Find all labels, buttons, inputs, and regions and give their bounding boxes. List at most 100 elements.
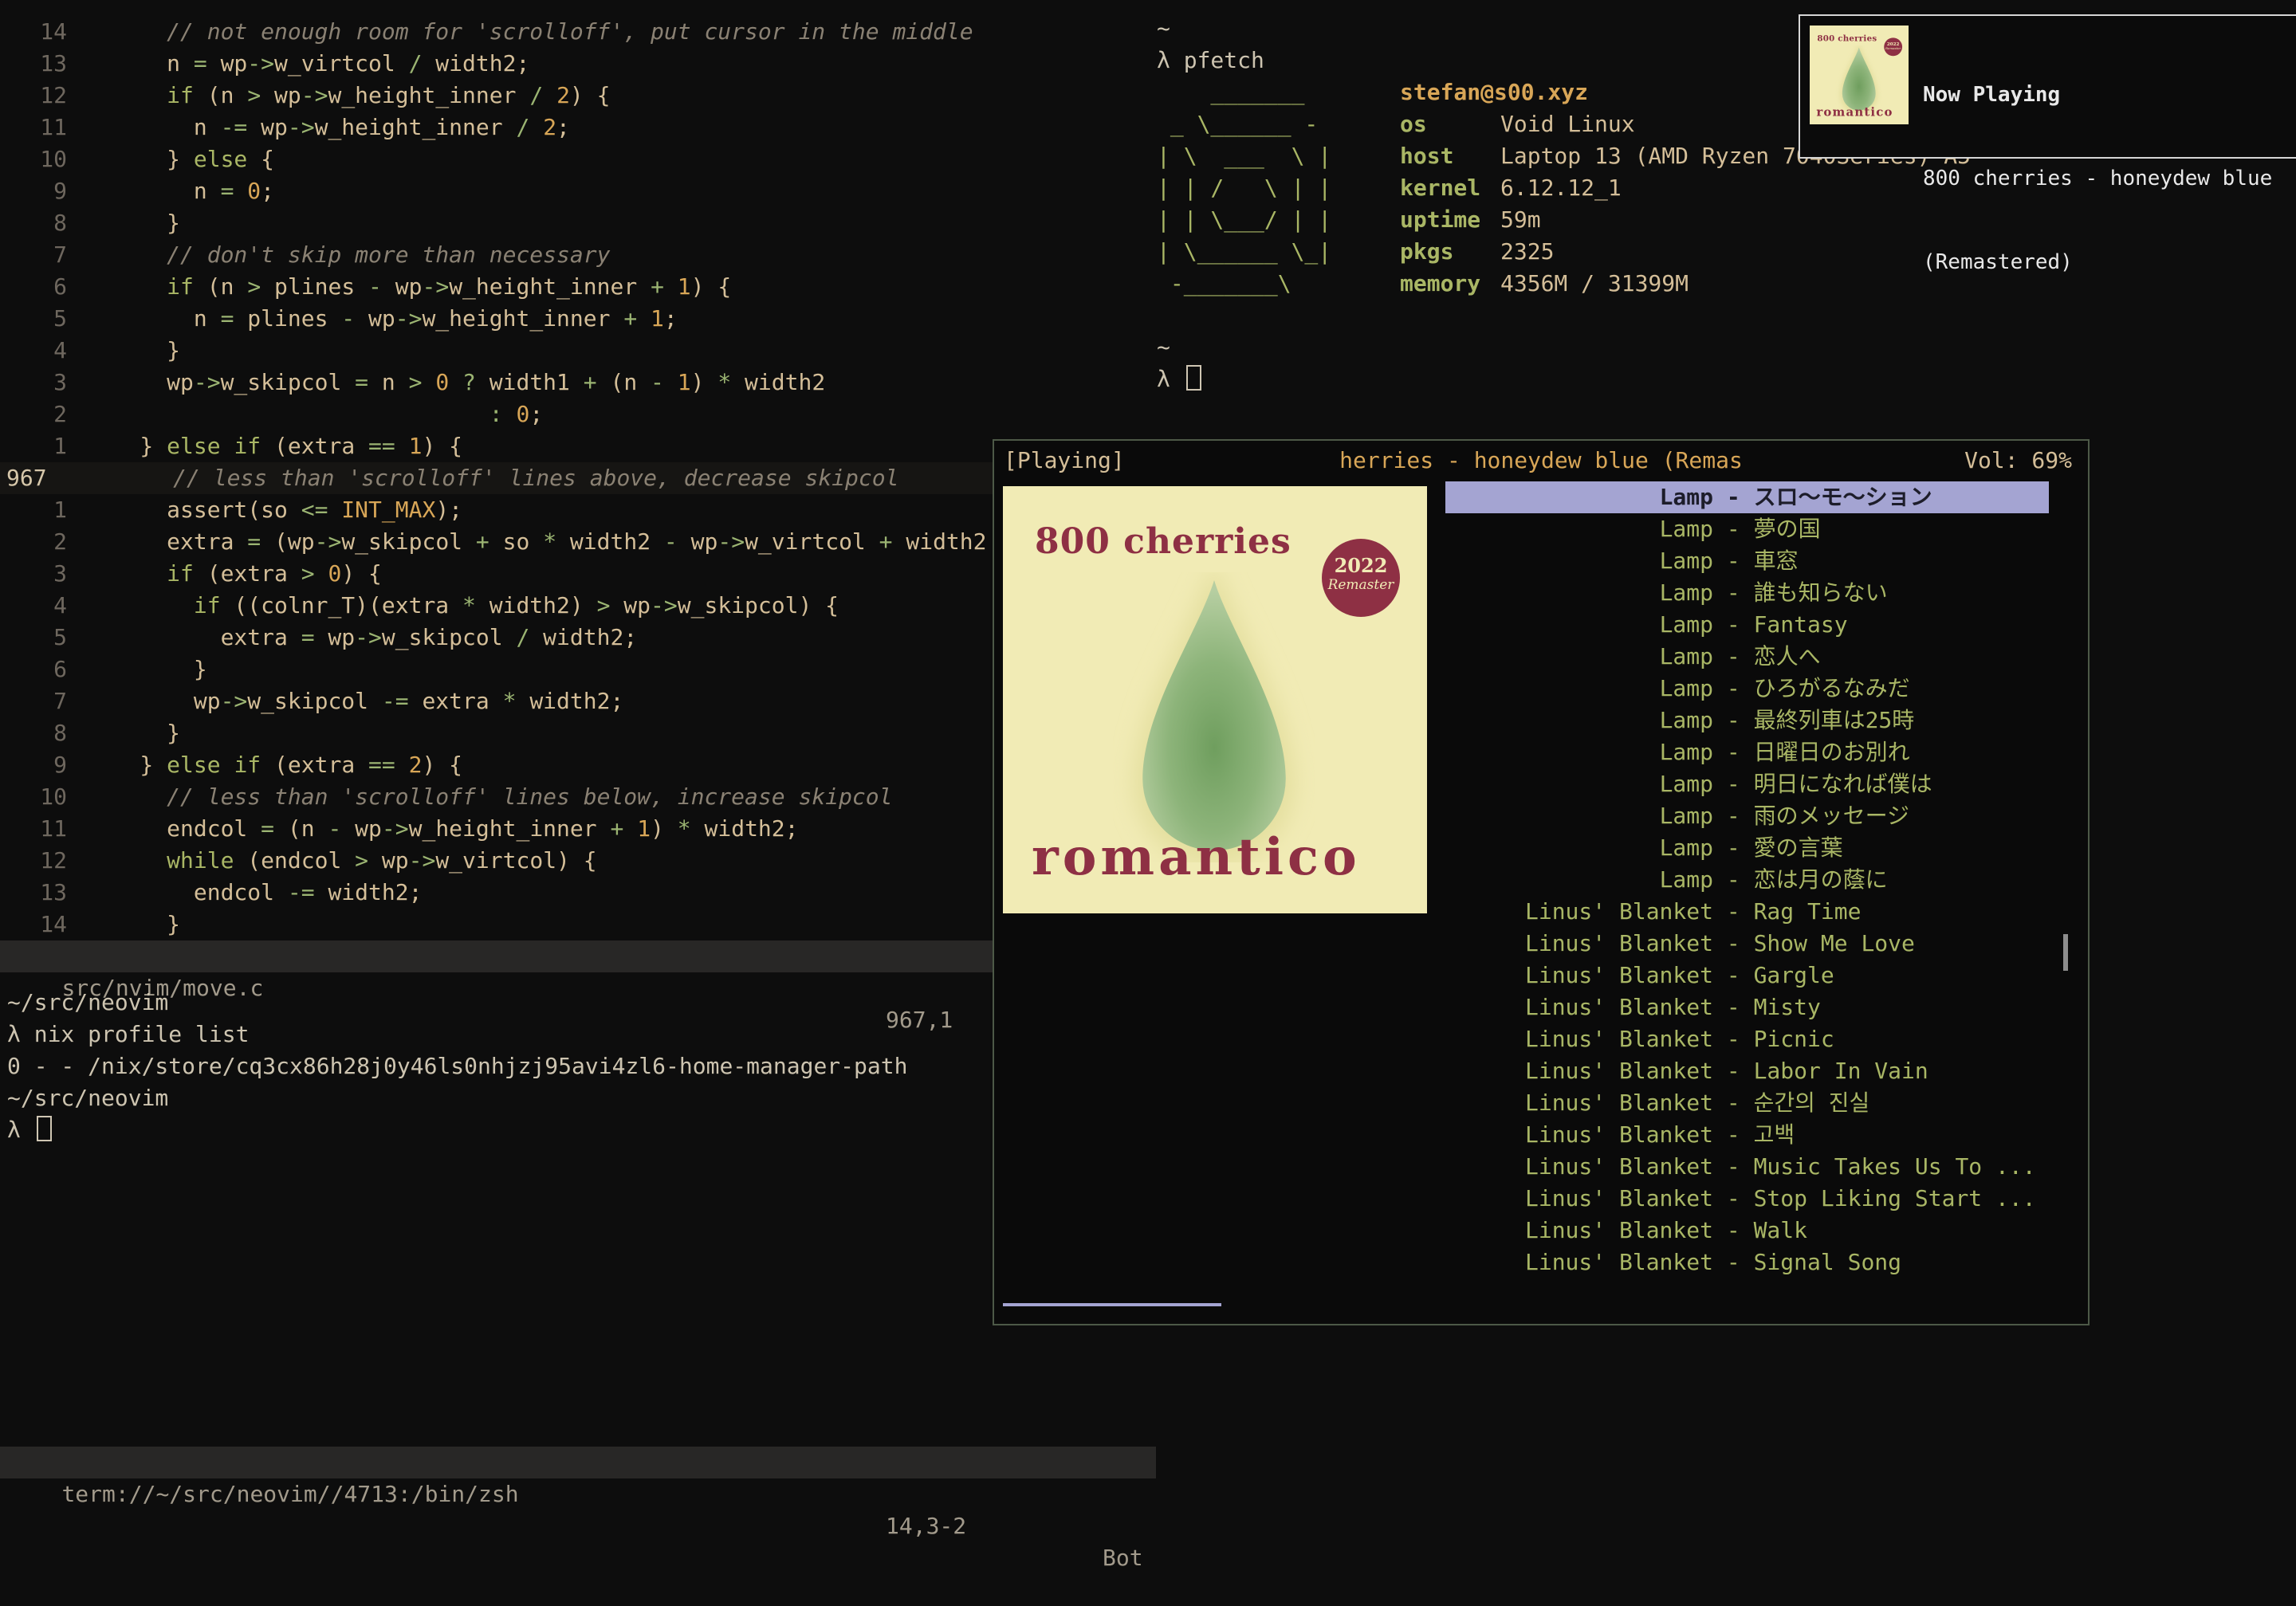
code-text: }: [86, 909, 180, 940]
terminal-line: ~/src/neovim: [7, 987, 1155, 1019]
line-number: 1: [0, 494, 67, 526]
track-row[interactable]: Linus' Blanket - Rag Time: [1445, 896, 2049, 928]
track-row[interactable]: Linus' Blanket - Music Takes Us To ...: [1445, 1151, 2049, 1183]
track-row[interactable]: Lamp - 車窓: [1445, 545, 2049, 577]
track-row[interactable]: Lamp - 最終列車は25時: [1445, 705, 2049, 736]
code-line: 4 }: [0, 335, 1148, 367]
player-volume[interactable]: Vol: 69%: [1964, 441, 2072, 481]
code-text: }: [86, 335, 180, 367]
neovim-window: 14 // not enough room for 'scrolloff', p…: [0, 0, 1148, 1530]
code-line: 7 wp->w_skipcol -= extra * width2;: [0, 685, 1148, 717]
notification-line2: (Remastered): [1923, 249, 2272, 277]
progress-bar[interactable]: [1003, 1303, 1221, 1306]
code-line: 9 } else if (extra == 2) {: [0, 749, 1148, 781]
statusline-file: src/nvim/move.c 967,1: [0, 940, 1156, 972]
playlist-scrollbar[interactable]: [2063, 934, 2068, 971]
track-row[interactable]: Linus' Blanket - Show Me Love: [1445, 928, 2049, 960]
code-text: endcol = (n - wp->w_height_inner + 1) * …: [86, 813, 799, 845]
code-line: 9 n = 0;: [0, 175, 1148, 207]
track-row[interactable]: Lamp - 恋は月の蔭に: [1445, 864, 2049, 896]
notification-text: Now Playing 800 cherries - honeydew blue…: [1923, 26, 2272, 147]
track-row[interactable]: Lamp - 日曜日のお別れ: [1445, 736, 2049, 768]
notification-line1: 800 cherries - honeydew blue: [1923, 165, 2272, 193]
track-row[interactable]: Linus' Blanket - Labor In Vain: [1445, 1055, 2049, 1087]
remaster-badge: 2022 Remaster: [1322, 539, 1400, 617]
code-line: 6 if (n > plines - wp->w_height_inner + …: [0, 271, 1148, 303]
line-number: 3: [0, 367, 67, 399]
code-line: 6 }: [0, 654, 1148, 685]
code-text: // less than 'scrolloff' lines above, de…: [92, 462, 898, 494]
track-row[interactable]: Linus' Blanket - Misty: [1445, 991, 2049, 1023]
code-text: wp->w_skipcol -= extra * width2;: [86, 685, 623, 717]
prompt-directory: ~: [1157, 332, 2296, 363]
line-number: 13: [0, 48, 67, 80]
code-lines[interactable]: 14 // not enough room for 'scrolloff', p…: [0, 0, 1148, 956]
now-playing-notification[interactable]: 800 cherries 2022 Remaster romantico Now…: [1799, 14, 2296, 159]
code-text: extra = (wp->w_skipcol + so * width2 - w…: [86, 526, 1148, 558]
line-number: 10: [0, 143, 67, 175]
track-row[interactable]: Linus' Blanket - Signal Song: [1445, 1247, 2049, 1278]
line-number: 13: [0, 877, 67, 909]
code-text: } else if (extra == 2) {: [86, 749, 462, 781]
prompt-line[interactable]: λ: [1157, 363, 2296, 395]
terminal-lines[interactable]: ~/src/neovimλ nix profile list0 - - /nix…: [0, 971, 1155, 1146]
track-row[interactable]: Linus' Blanket - Walk: [1445, 1215, 2049, 1247]
line-number: 5: [0, 303, 67, 335]
line-number: 10: [0, 781, 67, 813]
code-text: if (n > plines - wp->w_height_inner + 1)…: [86, 271, 731, 303]
code-line: 967 // less than 'scrolloff' lines above…: [0, 462, 1148, 494]
code-text: wp->w_skipcol = n > 0 ? width1 + (n - 1)…: [86, 367, 825, 399]
track-row[interactable]: Lamp - 愛の言葉: [1445, 832, 2049, 864]
code-line: 2 : 0;: [0, 399, 1148, 430]
track-row[interactable]: Linus' Blanket - Picnic: [1445, 1023, 2049, 1055]
line-number: 11: [0, 112, 67, 143]
code-line: 8 }: [0, 717, 1148, 749]
line-number: 967: [0, 462, 73, 494]
terminal-cursor: [1186, 365, 1201, 391]
remaster-badge: 2022 Remaster: [1884, 37, 1902, 56]
code-line: 13 endcol -= width2;: [0, 877, 1148, 909]
code-line: 5 extra = wp->w_skipcol / width2;: [0, 622, 1148, 654]
terminal-line: ~/src/neovim: [7, 1082, 1155, 1114]
code-text: assert(so <= INT_MAX);: [86, 494, 462, 526]
code-line: 4 if ((colnr_T)(extra * width2) > wp->w_…: [0, 590, 1148, 622]
track-row[interactable]: Lamp - 恋人へ: [1445, 641, 2049, 673]
track-row[interactable]: Linus' Blanket - Gargle: [1445, 960, 2049, 991]
track-row[interactable]: Linus' Blanket - Stop Liking Start ...: [1445, 1183, 2049, 1215]
code-line: 1 assert(so <= INT_MAX);: [0, 494, 1148, 526]
code-text: }: [86, 654, 207, 685]
statusline-terminal-name: term://~/src/neovim//4713:/bin/zsh: [61, 1481, 518, 1507]
code-text: } else {: [86, 143, 274, 175]
track-row[interactable]: Lamp - ひろがるなみだ: [1445, 673, 2049, 705]
code-line: 1 } else if (extra == 1) {: [0, 430, 1148, 462]
track-row[interactable]: Lamp - 誰も知らない: [1445, 577, 2049, 609]
track-row[interactable]: Lamp - 明日になれば僕は: [1445, 768, 2049, 800]
code-line: 10 // less than 'scrolloff' lines below,…: [0, 781, 1148, 813]
code-text: while (endcol > wp->w_virtcol) {: [86, 845, 597, 877]
code-text: n = wp->w_virtcol / width2;: [86, 48, 529, 80]
line-number: 5: [0, 622, 67, 654]
album-artist-text: 800 cherries: [1035, 524, 1292, 560]
terminal-line: λ nix profile list: [7, 1019, 1155, 1050]
track-row[interactable]: Lamp - 雨のメッセージ: [1445, 800, 2049, 832]
track-row[interactable]: Lamp - スロ〜モ〜ション: [1445, 481, 2049, 513]
track-row[interactable]: Linus' Blanket - 순간의 진실: [1445, 1087, 2049, 1119]
code-line: 12 while (endcol > wp->w_virtcol) {: [0, 845, 1148, 877]
code-text: extra = wp->w_skipcol / width2;: [86, 622, 637, 654]
track-row[interactable]: Lamp - 夢の国: [1445, 513, 2049, 545]
track-row[interactable]: Linus' Blanket - 고백: [1445, 1119, 2049, 1151]
line-number: 9: [0, 175, 67, 207]
code-text: }: [86, 207, 180, 239]
music-player-window: [Playing] herries - honeydew blue (Remas…: [993, 439, 2090, 1325]
code-line: 2 extra = (wp->w_skipcol + so * width2 -…: [0, 526, 1148, 558]
statusline-terminal: term://~/src/neovim//4713:/bin/zsh 14,3-…: [0, 1447, 1156, 1478]
line-number: 8: [0, 717, 67, 749]
code-line: 14 // not enough room for 'scrolloff', p…: [0, 16, 1148, 48]
player-titlebar: [Playing] herries - honeydew blue (Remas…: [994, 441, 2088, 481]
code-line: 11 endcol = (n - wp->w_height_inner + 1)…: [0, 813, 1148, 845]
track-row[interactable]: Lamp - Fantasy: [1445, 609, 2049, 641]
terminal-line: 0 - - /nix/store/cq3cx86h28j0y46ls0nhjzj…: [7, 1050, 1155, 1082]
album-cover: 800 cherries 2022 Remaster romantico: [1003, 486, 1427, 913]
teardrop-icon: [1835, 45, 1882, 113]
notification-album-thumbnail: 800 cherries 2022 Remaster romantico: [1810, 26, 1909, 124]
